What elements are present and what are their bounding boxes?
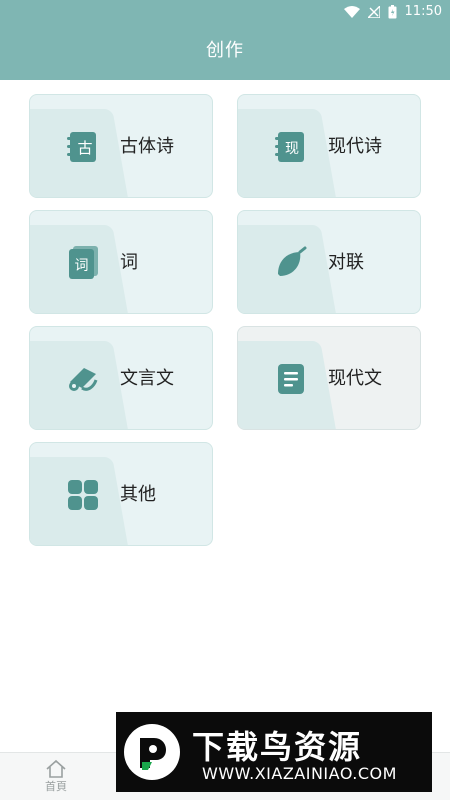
scroll-icon [69, 368, 98, 391]
bird-logo-icon [124, 724, 180, 780]
card-label: 对联 [328, 252, 364, 273]
card-label: 词 [120, 252, 138, 273]
wifi-icon [343, 6, 360, 18]
app-header: 11:50 创作 [0, 0, 450, 80]
battery-icon [388, 5, 397, 19]
svg-text:现: 现 [285, 141, 299, 157]
status-bar: 11:50 [0, 0, 450, 24]
card-ci[interactable]: 词 词 [29, 210, 213, 314]
watermark-brand: 下载鸟资源 [192, 728, 363, 766]
card-wenyanwen[interactable]: 文言文 [29, 326, 213, 430]
signal-icon [367, 6, 380, 18]
document-icon [278, 364, 304, 394]
card-xiandaiwen[interactable]: 现代文 [237, 326, 421, 430]
card-label: 古体诗 [120, 136, 174, 157]
card-gutishi[interactable]: 古 古体诗 [29, 94, 213, 198]
ci-book-icon: 词 [69, 246, 98, 279]
app-screen: 11:50 创作 古 古体诗 现 现代诗 词 词 对联 文言文 现代文 其他 首… [0, 0, 450, 800]
nav-home[interactable]: 首頁 [26, 759, 86, 799]
status-time: 11:50 [404, 4, 442, 19]
svg-text:古: 古 [77, 139, 92, 157]
gu-book-icon: 古 [67, 132, 96, 162]
card-label: 文言文 [120, 368, 174, 389]
card-duilian[interactable]: 对联 [237, 210, 421, 314]
status-icons: 11:50 [343, 4, 442, 20]
card-label: 现代文 [328, 368, 382, 389]
home-icon [46, 759, 66, 778]
watermark-url: WWW.XIAZAINIAO.COM [202, 764, 397, 783]
xian-book-icon: 现 [275, 132, 304, 162]
svg-text:词: 词 [75, 258, 89, 274]
leaf-icon [278, 246, 307, 276]
card-label: 其他 [120, 484, 156, 505]
nav-label: 首頁 [45, 780, 67, 793]
card-label: 现代诗 [328, 136, 382, 157]
watermark-banner: 下载鸟资源 WWW.XIAZAINIAO.COM [116, 712, 432, 792]
page-title: 创作 [206, 40, 244, 61]
grid-icon [68, 480, 98, 510]
card-xiandaishi[interactable]: 现 现代诗 [237, 94, 421, 198]
card-qita[interactable]: 其他 [29, 442, 213, 546]
